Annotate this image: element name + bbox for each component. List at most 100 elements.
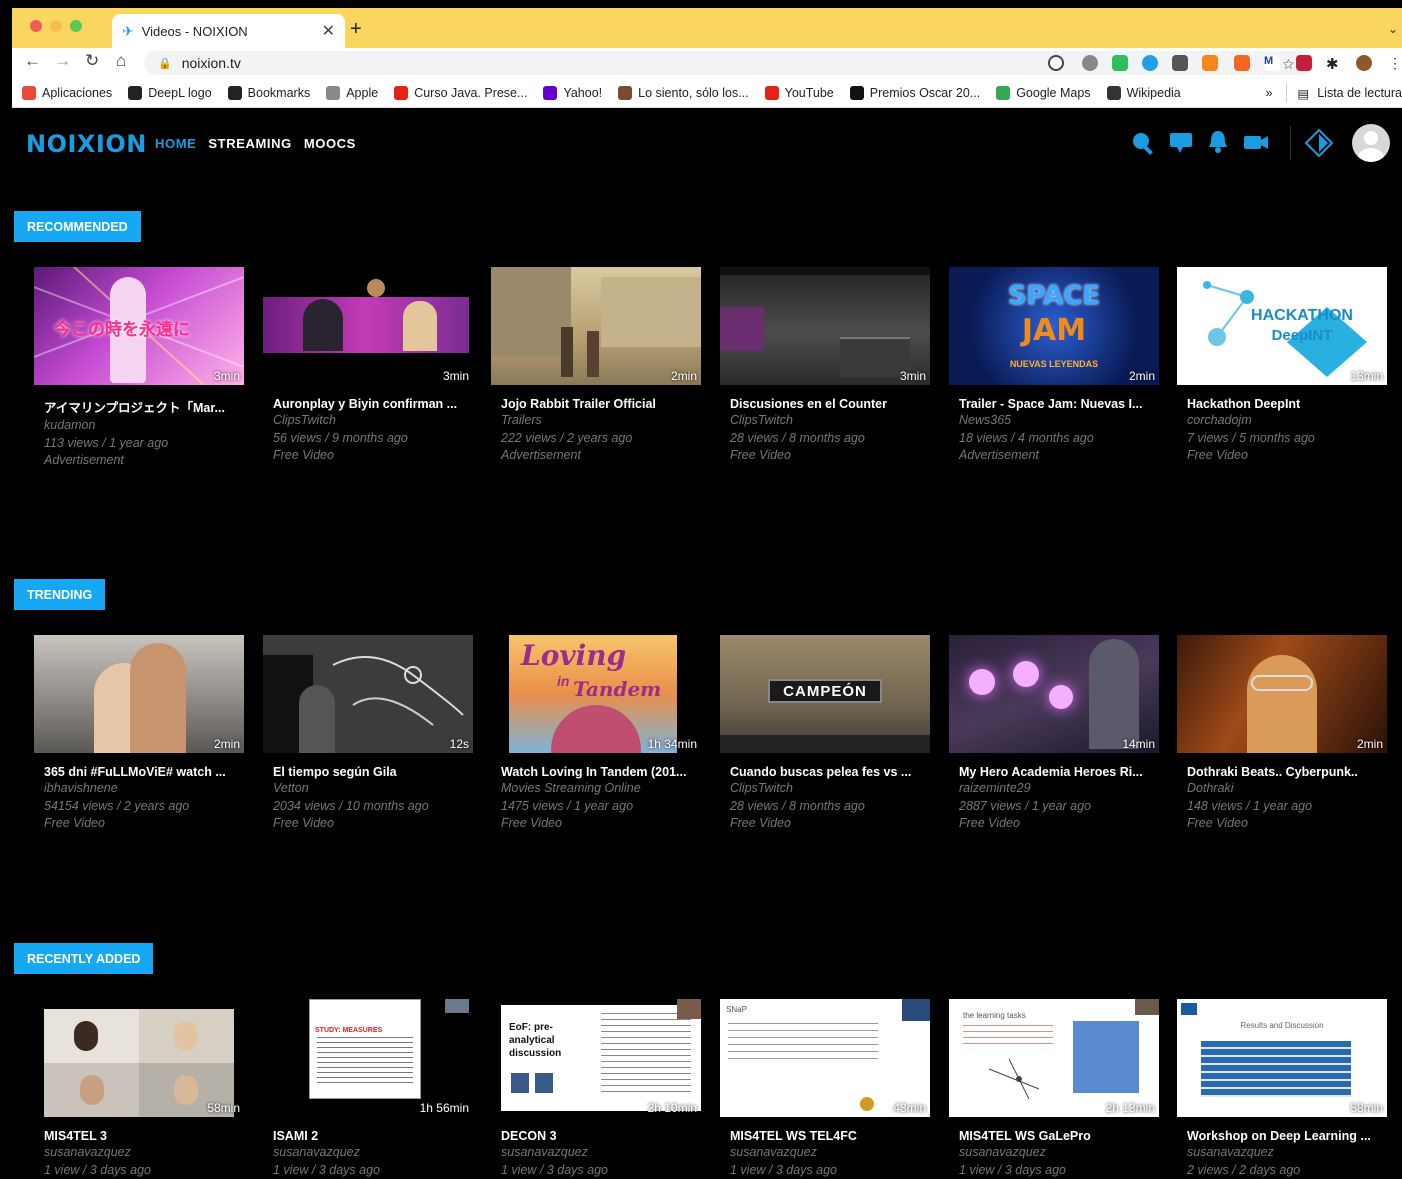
bookmark-item[interactable]: Google Maps [996,86,1090,100]
bookmark-item[interactable]: DeepL logo [128,86,211,100]
speech-extension-icon[interactable] [1082,55,1098,71]
home-icon[interactable]: ⌂ [116,51,126,71]
video-thumbnail[interactable]: Results and Discussion 58min [1177,999,1387,1117]
bookmark-item[interactable]: YouTube [765,86,834,100]
site-logo[interactable]: NOIXION [26,130,147,158]
nav-home[interactable]: HOME [155,136,196,151]
bookmark-item[interactable]: Premios Oscar 20... [850,86,980,100]
video-thumbnail[interactable]: the learning tasks 2h 13min [949,999,1159,1117]
video-title[interactable]: El tiempo según Gila [273,765,473,779]
video-thumbnail[interactable]: SPACE JAM NUEVAS LEYENDAS 2min [949,267,1159,385]
video-title[interactable]: ISAMI 2 [273,1129,473,1143]
m-extension-icon[interactable]: M [1264,55,1280,71]
close-window-dot[interactable] [30,20,42,32]
minimize-window-dot[interactable] [50,20,62,32]
video-card[interactable]: 2min Dothraki Beats.. Cyberpunk.. Dothra… [1177,635,1389,833]
browser-menu-icon[interactable]: ⋮ [1388,55,1398,71]
reading-list-button[interactable]: Lista de lectura [1317,86,1402,100]
forward-arrow-icon[interactable]: → [54,51,71,71]
metamask-extension-icon[interactable] [1202,55,1218,71]
nav-moocs[interactable]: MOOCS [304,136,356,151]
close-tab-icon[interactable]: ✕ [322,21,335,41]
evernote-extension-icon[interactable] [1112,55,1128,71]
maximize-window-dot[interactable] [70,20,82,32]
video-channel[interactable]: ClipsTwitch [273,412,475,430]
video-thumbnail[interactable]: 2min [1177,635,1387,753]
video-card[interactable]: 2min 365 dni #FuLLMoViE# watch ... ibhav… [34,635,246,833]
new-tab-button[interactable]: + [350,18,362,41]
onepassword-extension-icon[interactable] [1048,55,1064,71]
video-card[interactable]: 2min Jojo Rabbit Trailer Official Traile… [491,267,703,465]
video-title[interactable]: DECON 3 [501,1129,701,1143]
video-thumbnail[interactable]: 2min [491,267,701,385]
video-channel[interactable]: ibhavishnene [44,780,246,798]
video-channel[interactable]: Trailers [501,412,703,430]
bookmark-item[interactable]: Wikipedia [1107,86,1181,100]
address-bar[interactable]: 🔒 noixion.tv ⚿☆ [144,51,1314,75]
video-card[interactable]: 58min MIS4TEL 3 susanavazquez 1 view / 3… [34,999,246,1179]
video-card[interactable]: 3min Auronplay y Biyin confirman ... Cli… [263,267,475,465]
video-thumbnail[interactable]: 14min [949,635,1159,753]
video-channel[interactable]: Dothraki [1187,780,1389,798]
video-title[interactable]: アイマリンプロジェクト「Mar... [44,397,244,416]
video-card[interactable]: HACKATHON DeepINT 13min Hackathon DeepIn… [1177,267,1389,465]
video-title[interactable]: Auronplay y Biyin confirman ... [273,397,473,411]
video-channel[interactable]: susanavazquez [959,1144,1161,1162]
bookmark-item[interactable]: Lo siento, sólo los... [618,86,748,100]
video-thumbnail[interactable]: Loving in Tandem 1h 34min [491,635,701,753]
bookmark-item[interactable]: Apple [326,86,378,100]
video-title[interactable]: MIS4TEL WS TEL4FC [730,1129,930,1143]
video-title[interactable]: Hackathon DeepInt [1187,397,1387,411]
bookmark-item[interactable]: Yahoo! [543,86,602,100]
video-channel[interactable]: susanavazquez [501,1144,703,1162]
video-thumbnail[interactable]: 58min [34,999,244,1117]
video-card[interactable]: 今この時を永遠に 3min アイマリンプロジェクト「Mar... kudamon… [34,267,246,470]
video-card[interactable]: STUDY: MEASURES 1h 56min ISAMI 2 susanav… [263,999,475,1179]
tab-search-chevron-icon[interactable]: ⌄ [1388,22,1398,36]
video-card[interactable]: Results and Discussion 58min Workshop on… [1177,999,1389,1179]
video-channel[interactable]: kudamon [44,417,246,435]
video-channel[interactable]: ClipsTwitch [730,780,932,798]
video-card[interactable]: SPACE JAM NUEVAS LEYENDAS 2min Trailer -… [949,267,1161,465]
video-card[interactable]: 3min Discusiones en el Counter ClipsTwit… [720,267,932,465]
video-channel[interactable]: susanavazquez [1187,1144,1389,1162]
video-card[interactable]: 12s El tiempo según Gila Vetton 2034 vie… [263,635,475,833]
chat-icon[interactable] [1168,128,1194,156]
video-card[interactable]: CAMPEÓN Cuando buscas pelea fes vs ... C… [720,635,932,833]
video-title[interactable]: Trailer - Space Jam: Nuevas I... [959,397,1159,411]
video-title[interactable]: My Hero Academia Heroes Ri... [959,765,1159,779]
blue-extension-icon[interactable] [1142,55,1158,71]
video-thumbnail[interactable]: SNaP 43min [720,999,930,1117]
video-channel[interactable]: News365 [959,412,1161,430]
video-channel[interactable]: Movies Streaming Online [501,780,703,798]
shield-extension-icon[interactable] [1296,55,1312,71]
video-title[interactable]: Workshop on Deep Learning ... [1187,1129,1387,1143]
bookmark-item[interactable]: Bookmarks [228,86,311,100]
video-thumbnail[interactable]: 12s [263,635,473,753]
user-avatar[interactable] [1352,124,1390,162]
video-title[interactable]: MIS4TEL 3 [44,1129,244,1143]
video-channel[interactable]: corchadojm [1187,412,1389,430]
video-title[interactable]: Discusiones en el Counter [730,397,930,411]
video-thumbnail[interactable]: STUDY: MEASURES 1h 56min [263,999,473,1117]
sc-extension-icon[interactable] [1234,55,1250,71]
reload-icon[interactable]: ↻ [85,51,99,71]
video-channel[interactable]: susanavazquez [730,1144,932,1162]
search-icon[interactable] [1130,128,1156,156]
video-title[interactable]: Cuando buscas pelea fes vs ... [730,765,930,779]
video-card[interactable]: 14min My Hero Academia Heroes Ri... raiz… [949,635,1161,833]
video-card[interactable]: Loving in Tandem 1h 34min Watch Loving I… [491,635,703,833]
back-arrow-icon[interactable]: ← [24,51,41,71]
video-thumbnail[interactable]: 3min [720,267,930,385]
browser-tab-active[interactable]: ✈ Videos - NOIXION ✕ [112,14,345,48]
video-title[interactable]: 365 dni #FuLLMoViE# watch ... [44,765,244,779]
video-card[interactable]: the learning tasks 2h 13min MIS4TEL WS G… [949,999,1161,1179]
more-bookmarks-button[interactable]: » [1265,86,1272,100]
video-thumbnail[interactable]: EoF: pre-analytical discussion 2h 10min [491,999,701,1117]
video-card[interactable]: EoF: pre-analytical discussion 2h 10min … [491,999,703,1179]
video-thumbnail[interactable]: 今この時を永遠に 3min [34,267,244,385]
grey-extension-icon[interactable] [1172,55,1188,71]
bookmark-item[interactable]: Aplicaciones [22,86,112,100]
video-title[interactable]: MIS4TEL WS GaLePro [959,1129,1159,1143]
video-channel[interactable]: susanavazquez [44,1144,246,1162]
